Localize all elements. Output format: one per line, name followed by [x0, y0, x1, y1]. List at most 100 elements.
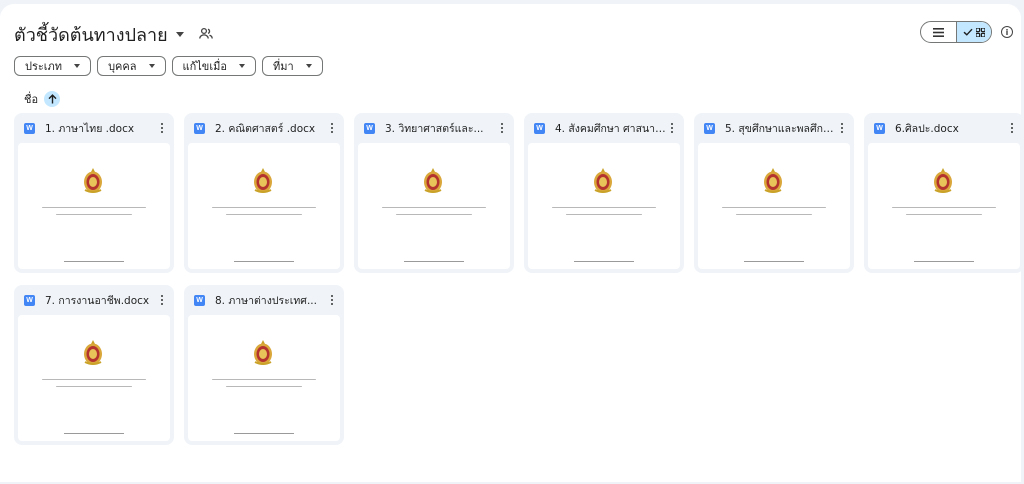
filter-label: ที่มา — [272, 60, 294, 73]
file-name[interactable]: 1. ภาษาไทย .docx — [45, 120, 156, 137]
file-name[interactable]: 2. คณิตศาสตร์ .docx — [215, 120, 326, 137]
chevron-down-icon — [148, 64, 155, 68]
file-name[interactable]: 8. ภาษาต่างประเทศ... — [215, 292, 326, 309]
word-doc-icon: W — [704, 122, 715, 134]
school-emblem-icon — [594, 168, 612, 193]
file-card-header: W 7. การงานอาชีพ.docx — [14, 285, 174, 315]
school-emblem-icon — [934, 168, 952, 193]
school-emblem-icon — [424, 168, 442, 193]
file-name[interactable]: 7. การงานอาชีพ.docx — [45, 292, 156, 309]
word-doc-icon: W — [364, 122, 375, 134]
file-thumbnail[interactable] — [698, 143, 850, 269]
file-card-header: W 2. คณิตศาสตร์ .docx — [184, 113, 344, 143]
file-card[interactable]: W 6.ศิลปะ.docx — [864, 113, 1024, 273]
file-thumbnail[interactable] — [528, 143, 680, 269]
more-options-icon[interactable] — [666, 122, 678, 134]
doc-footer-line — [744, 261, 804, 263]
file-name[interactable]: 4. สังคมศึกษา ศาสนา และ... — [555, 120, 666, 137]
info-icon[interactable]: i — [1001, 26, 1013, 38]
file-card-header: W 5. สุขศึกษาและพลศึกษา11... — [694, 113, 854, 143]
filter-modified[interactable]: แก้ไขเมื่อ — [171, 56, 256, 76]
more-options-icon[interactable] — [156, 122, 168, 134]
doc-footer-line — [64, 261, 124, 263]
file-thumbnail[interactable] — [18, 143, 170, 269]
arrow-up-icon — [48, 94, 57, 104]
file-name[interactable]: 5. สุขศึกษาและพลศึกษา11... — [725, 120, 836, 137]
doc-footer-line — [404, 261, 464, 263]
file-grid: W 1. ภาษาไทย .docx W 2. คณิตศาสตร์ .docx — [14, 113, 1024, 445]
file-card[interactable]: W 7. การงานอาชีพ.docx — [14, 285, 174, 445]
doc-text-line — [552, 207, 656, 209]
file-card-header: W 4. สังคมศึกษา ศาสนา และ... — [524, 113, 684, 143]
file-name[interactable]: 6.ศิลปะ.docx — [895, 120, 1006, 137]
chevron-down-icon — [305, 64, 312, 68]
file-name[interactable]: 3. วิทยาศาสตร์และ... — [385, 120, 496, 137]
more-options-icon[interactable] — [326, 122, 338, 134]
title-dropdown-icon[interactable] — [175, 31, 184, 37]
file-card-header: W 6.ศิลปะ.docx — [864, 113, 1024, 143]
sort-label[interactable]: ชื่อ — [24, 90, 38, 108]
word-doc-icon: W — [194, 294, 205, 306]
more-options-icon[interactable] — [326, 294, 338, 306]
check-icon — [963, 28, 973, 36]
word-doc-icon: W — [874, 122, 885, 134]
file-card[interactable]: W 4. สังคมศึกษา ศาสนา และ... — [524, 113, 684, 273]
file-card[interactable]: W 8. ภาษาต่างประเทศ... — [184, 285, 344, 445]
doc-text-line — [382, 207, 486, 209]
grid-view-button[interactable] — [955, 22, 991, 42]
file-thumbnail[interactable] — [868, 143, 1020, 269]
filter-bar: ประเภท บุคคล แก้ไขเมื่อ ที่มา — [14, 56, 323, 76]
main-panel: ตัวชี้วัดต้นทางปลาย i ประเภท บุคคล แก้ไข… — [0, 4, 1024, 482]
doc-text-line — [56, 214, 132, 216]
doc-text-line — [42, 379, 146, 381]
more-options-icon[interactable] — [836, 122, 848, 134]
filter-type[interactable]: ประเภท — [14, 56, 92, 76]
page-title: ตัวชี้วัดต้นทางปลาย — [14, 24, 168, 46]
doc-text-line — [892, 207, 996, 209]
doc-footer-line — [64, 433, 124, 435]
filter-source[interactable]: ที่มา — [261, 56, 323, 76]
file-card-header: W 3. วิทยาศาสตร์และ... — [354, 113, 514, 143]
filter-people[interactable]: บุคคล — [97, 56, 166, 76]
more-options-icon[interactable] — [156, 294, 168, 306]
file-card-header: W 8. ภาษาต่างประเทศ... — [184, 285, 344, 315]
more-options-icon[interactable] — [1006, 122, 1018, 134]
doc-text-line — [56, 386, 132, 388]
school-emblem-icon — [764, 168, 782, 193]
school-emblem-icon — [254, 340, 272, 365]
file-card[interactable]: W 1. ภาษาไทย .docx — [14, 113, 174, 273]
file-thumbnail[interactable] — [188, 143, 340, 269]
doc-text-line — [736, 214, 812, 216]
sort-control: ชื่อ — [24, 90, 61, 108]
school-emblem-icon — [254, 168, 272, 193]
list-view-button[interactable] — [921, 22, 956, 42]
doc-text-line — [42, 207, 146, 209]
file-thumbnail[interactable] — [358, 143, 510, 269]
more-options-icon[interactable] — [496, 122, 508, 134]
doc-text-line — [906, 214, 982, 216]
doc-footer-line — [234, 261, 294, 263]
word-doc-icon: W — [24, 294, 35, 306]
shared-people-icon[interactable] — [198, 26, 214, 42]
doc-text-line — [226, 386, 302, 388]
file-thumbnail[interactable] — [188, 315, 340, 441]
doc-footer-line — [574, 261, 634, 263]
chevron-down-icon — [238, 64, 245, 68]
file-thumbnail[interactable] — [18, 315, 170, 441]
sort-direction-button[interactable] — [44, 91, 61, 107]
list-icon — [932, 27, 944, 37]
filter-label: แก้ไขเมื่อ — [182, 60, 227, 73]
file-card-header: W 1. ภาษาไทย .docx — [14, 113, 174, 143]
word-doc-icon: W — [24, 122, 35, 134]
doc-footer-line — [234, 433, 294, 435]
file-card[interactable]: W 2. คณิตศาสตร์ .docx — [184, 113, 344, 273]
doc-text-line — [396, 214, 472, 216]
filter-label: ประเภท — [25, 60, 63, 73]
school-emblem-icon — [84, 340, 102, 365]
file-card[interactable]: W 3. วิทยาศาสตร์และ... — [354, 113, 514, 273]
file-card[interactable]: W 5. สุขศึกษาและพลศึกษา11... — [694, 113, 854, 273]
word-doc-icon: W — [194, 122, 205, 134]
filter-label: บุคคล — [108, 60, 137, 73]
doc-text-line — [722, 207, 826, 209]
view-toggle — [920, 21, 992, 43]
